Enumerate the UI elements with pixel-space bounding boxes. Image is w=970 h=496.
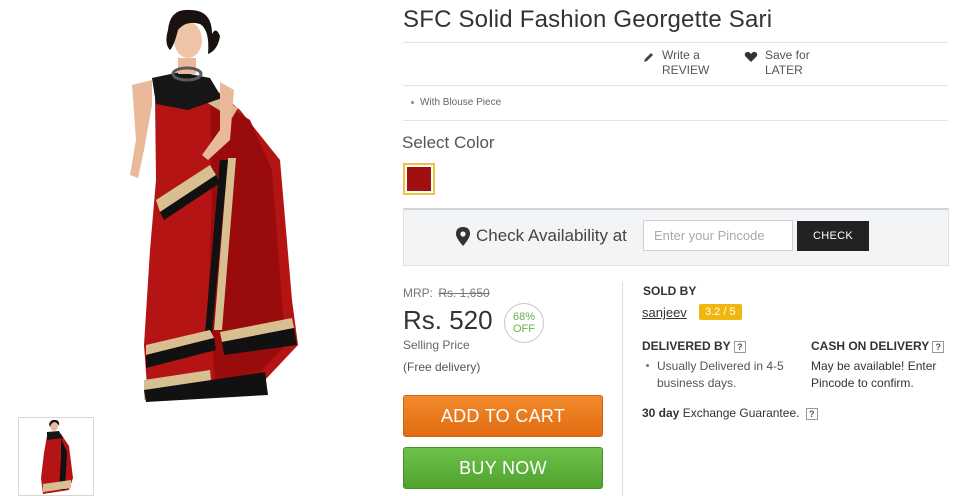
delivery-estimate-text: Usually Delivered in 4-5 business days. bbox=[657, 359, 784, 390]
product-title: SFC Solid Fashion Georgette Sari bbox=[403, 6, 773, 33]
availability-text: Check Availability at bbox=[476, 226, 627, 245]
bullet-icon bbox=[646, 364, 649, 367]
product-main-image bbox=[130, 9, 298, 402]
delivery-estimate: Usually Delivered in 4-5 business days. bbox=[646, 358, 806, 392]
divider bbox=[403, 120, 948, 121]
delivered-by-heading: DELIVERED BY? bbox=[642, 339, 746, 353]
pincode-input[interactable] bbox=[643, 220, 793, 251]
buy-now-button[interactable]: BUY NOW bbox=[403, 447, 603, 489]
location-pin-icon bbox=[456, 226, 470, 246]
sold-by-label: SOLD BY bbox=[643, 284, 697, 298]
discount-word: OFF bbox=[513, 323, 535, 335]
write-review-line1: Write a bbox=[662, 48, 700, 62]
availability-label: Check Availability at bbox=[456, 226, 627, 246]
exchange-text: Exchange Guarantee. bbox=[682, 406, 800, 420]
save-for-later-link[interactable]: Save for LATER bbox=[744, 48, 810, 78]
highlight-text: With Blouse Piece bbox=[420, 97, 502, 108]
product-thumbnail[interactable] bbox=[18, 417, 94, 496]
selling-price: Rs. 520 bbox=[403, 305, 493, 335]
product-highlight: With Blouse Piece bbox=[411, 97, 501, 108]
check-pincode-button[interactable]: CHECK bbox=[797, 221, 869, 251]
exchange-help-icon[interactable]: ? bbox=[805, 407, 818, 420]
cod-heading-text: CASH ON DELIVERY bbox=[811, 339, 930, 353]
color-swatch-fill bbox=[407, 167, 431, 191]
seller-name-link[interactable]: sanjeev bbox=[642, 305, 687, 320]
delivery-help-icon[interactable]: ? bbox=[733, 340, 746, 353]
select-color-label: Select Color bbox=[402, 133, 495, 152]
exchange-guarantee: 30 day Exchange Guarantee. ? bbox=[642, 406, 818, 420]
discount-percent: 68% bbox=[512, 311, 536, 323]
divider bbox=[403, 85, 948, 86]
selling-price-label: Selling Price bbox=[403, 338, 470, 352]
mrp-label: MRP: bbox=[403, 286, 433, 300]
add-to-cart-button[interactable]: ADD TO CART bbox=[403, 395, 603, 437]
thumbnail-image bbox=[41, 419, 73, 494]
write-review-link[interactable]: Write a REVIEW bbox=[643, 48, 709, 78]
vertical-divider bbox=[622, 282, 623, 496]
write-review-line2: REVIEW bbox=[662, 63, 710, 77]
color-swatch-selected[interactable] bbox=[403, 163, 435, 195]
free-delivery-note: (Free delivery) bbox=[403, 360, 481, 374]
cod-text: May be available! Enter Pincode to confi… bbox=[811, 359, 937, 390]
bullet-icon bbox=[411, 100, 414, 104]
cod-help-icon[interactable]: ? bbox=[932, 340, 945, 353]
pencil-icon bbox=[644, 53, 653, 62]
seller-rating-badge: 3.2 / 5 bbox=[699, 304, 742, 320]
cod-heading: CASH ON DELIVERY? bbox=[811, 339, 945, 353]
discount-badge: 68% OFF bbox=[504, 303, 544, 343]
divider bbox=[403, 42, 948, 43]
delivered-by-text: DELIVERED BY bbox=[642, 339, 731, 353]
mrp-value: Rs. 1,650 bbox=[438, 286, 490, 300]
save-line1: Save for bbox=[765, 48, 810, 62]
mrp-line: MRP: Rs. 1,650 bbox=[403, 286, 490, 300]
heart-icon bbox=[744, 51, 758, 62]
save-line2: LATER bbox=[765, 63, 803, 77]
exchange-days: 30 day bbox=[642, 406, 680, 420]
